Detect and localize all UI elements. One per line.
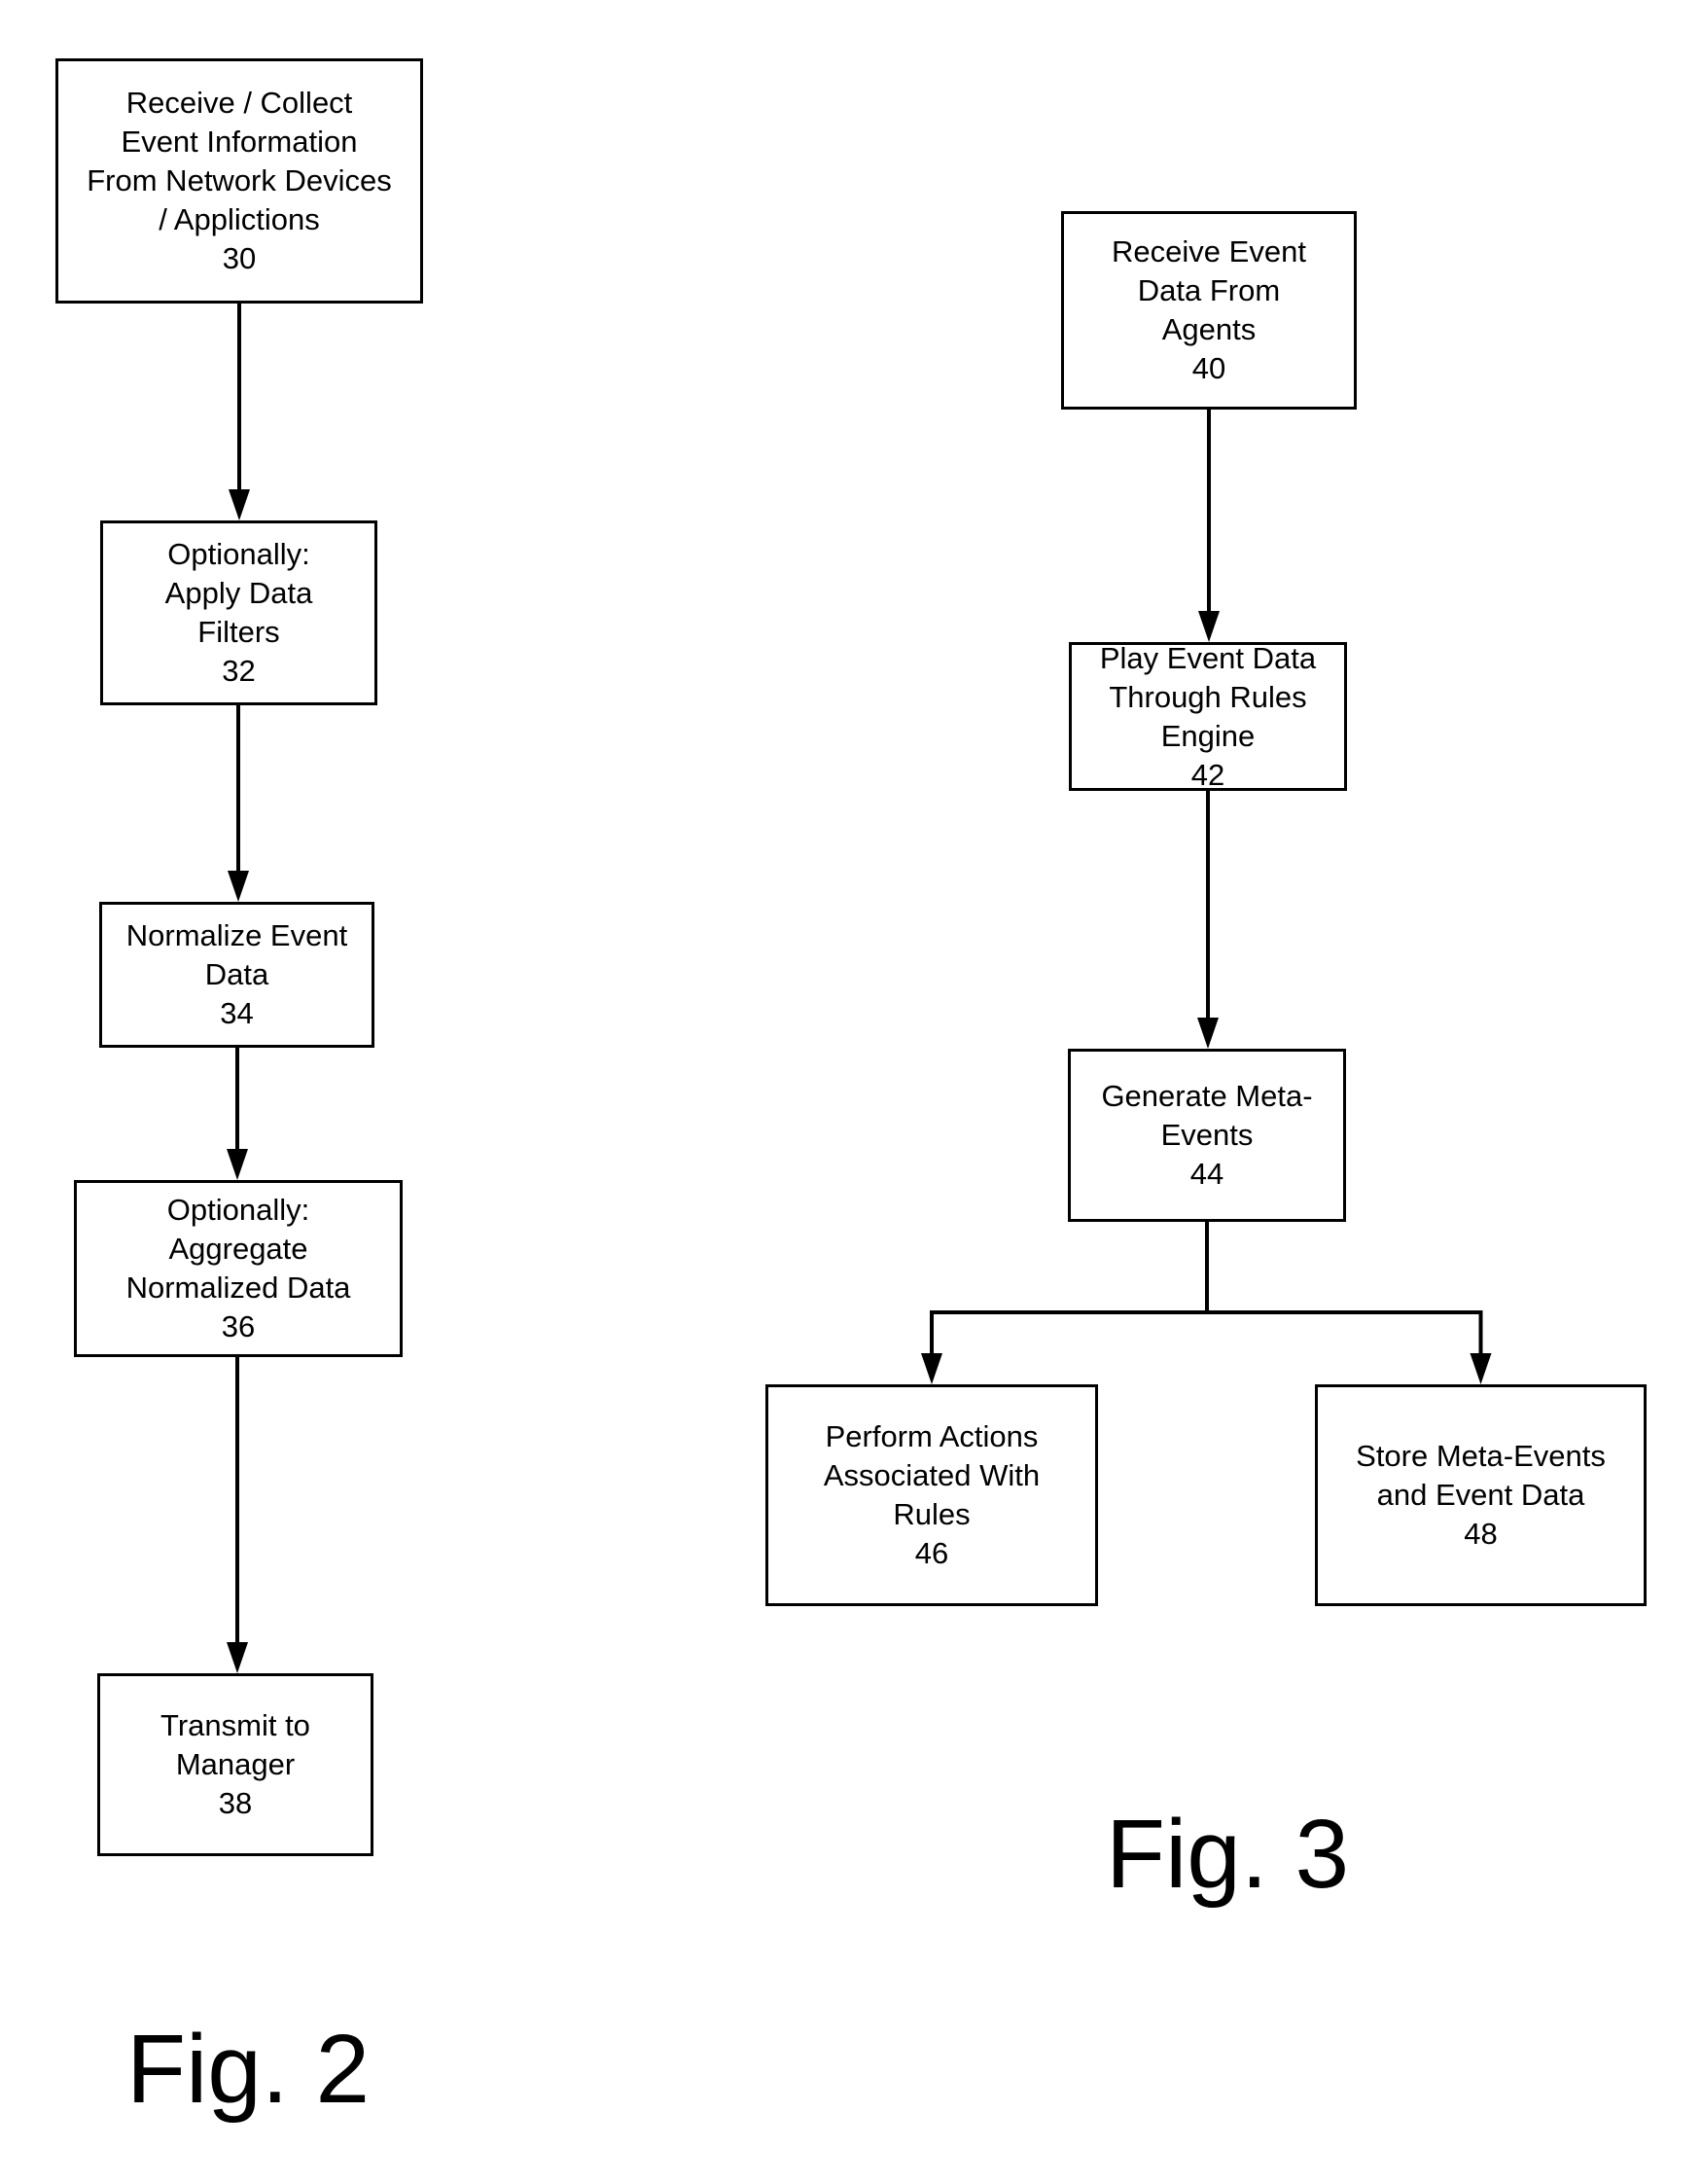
step-text-line: Apply Data	[164, 576, 313, 610]
step-text-line: Play Event Data	[1099, 640, 1317, 675]
step-reference-number: 48	[1464, 1517, 1498, 1551]
step-text-line: Receive / Collect	[125, 86, 353, 120]
step-text-line: Normalized Data	[125, 1271, 351, 1305]
step-text-line: Optionally:	[166, 1193, 310, 1227]
arrowhead-36-to-38	[227, 1642, 248, 1673]
step-box-42: Play Event Data Through Rules Engine 42	[1069, 640, 1347, 792]
arrowhead-34-to-36	[227, 1149, 248, 1180]
step-box-36: Optionally: Aggregate Normalized Data 36	[74, 1180, 403, 1357]
arrowhead-44-to-46	[921, 1353, 942, 1384]
step-box-32: Optionally: Apply Data Filters 32	[100, 520, 377, 705]
step-text-line: Normalize Event	[125, 918, 348, 952]
step-reference-number: 36	[221, 1309, 256, 1343]
arrowhead-42-to-44	[1197, 1018, 1219, 1049]
step-box-48: Store Meta-Events and Event Data 48	[1315, 1384, 1647, 1606]
step-reference-number: 32	[222, 654, 256, 688]
step-text-line: From Network Devices	[87, 163, 392, 197]
step-text-line: Optionally:	[167, 537, 310, 571]
step-reference-number: 40	[1191, 351, 1226, 385]
step-text-line: Receive Event	[1112, 234, 1306, 269]
step-text-line: Data From	[1137, 273, 1281, 307]
step-text-line: Perform Actions	[825, 1419, 1039, 1453]
step-text-line: Generate Meta-	[1101, 1079, 1313, 1113]
step-text-line: Through Rules	[1109, 679, 1307, 714]
step-text-line: Store Meta-Events	[1356, 1439, 1606, 1473]
step-text-line: Manager	[175, 1747, 296, 1781]
step-reference-number: 42	[1190, 757, 1225, 792]
step-box-40: Receive Event Data From Agents 40	[1061, 211, 1357, 410]
step-reference-number: 38	[218, 1786, 253, 1820]
step-box-30: Receive / Collect Event Information From N…	[55, 58, 423, 304]
step-box-46: Perform Actions Associated With Rules 46	[765, 1384, 1098, 1606]
diagram-connectors	[227, 304, 1492, 1673]
step-text-line: Rules	[893, 1497, 971, 1531]
step-text-line: Event Information	[121, 125, 358, 159]
step-box-34: Normalize Event Data 34	[99, 902, 374, 1048]
step-text-line: and Event Data	[1376, 1478, 1585, 1512]
arrowhead-44-to-48	[1470, 1353, 1492, 1384]
step-box-44: Generate Meta- Events 44	[1068, 1049, 1346, 1222]
step-text-line: Data	[204, 957, 269, 991]
figure-label-fig-2: Fig. 2	[126, 2015, 371, 2124]
step-text-line: Filters	[197, 615, 280, 649]
step-reference-number: 44	[1189, 1157, 1224, 1191]
step-reference-number: 34	[220, 996, 254, 1030]
step-text-line: Associated With	[823, 1458, 1041, 1492]
figure-label-fig-3: Fig. 3	[1106, 1800, 1350, 1909]
arrowhead-40-to-42	[1198, 611, 1220, 642]
arrowhead-30-to-32	[229, 489, 250, 520]
step-text-line: Events	[1160, 1118, 1254, 1152]
step-text-line: Engine	[1160, 718, 1256, 753]
step-text-line: / Applictions	[159, 202, 320, 236]
step-box-38: Transmit to Manager 38	[97, 1673, 373, 1856]
step-text-line: Agents	[1161, 312, 1257, 346]
step-reference-number: 30	[222, 241, 257, 275]
arrowhead-32-to-34	[228, 871, 249, 902]
step-text-line: Transmit to	[160, 1708, 310, 1742]
step-text-line: Aggregate	[168, 1232, 308, 1266]
step-reference-number: 46	[914, 1536, 949, 1570]
